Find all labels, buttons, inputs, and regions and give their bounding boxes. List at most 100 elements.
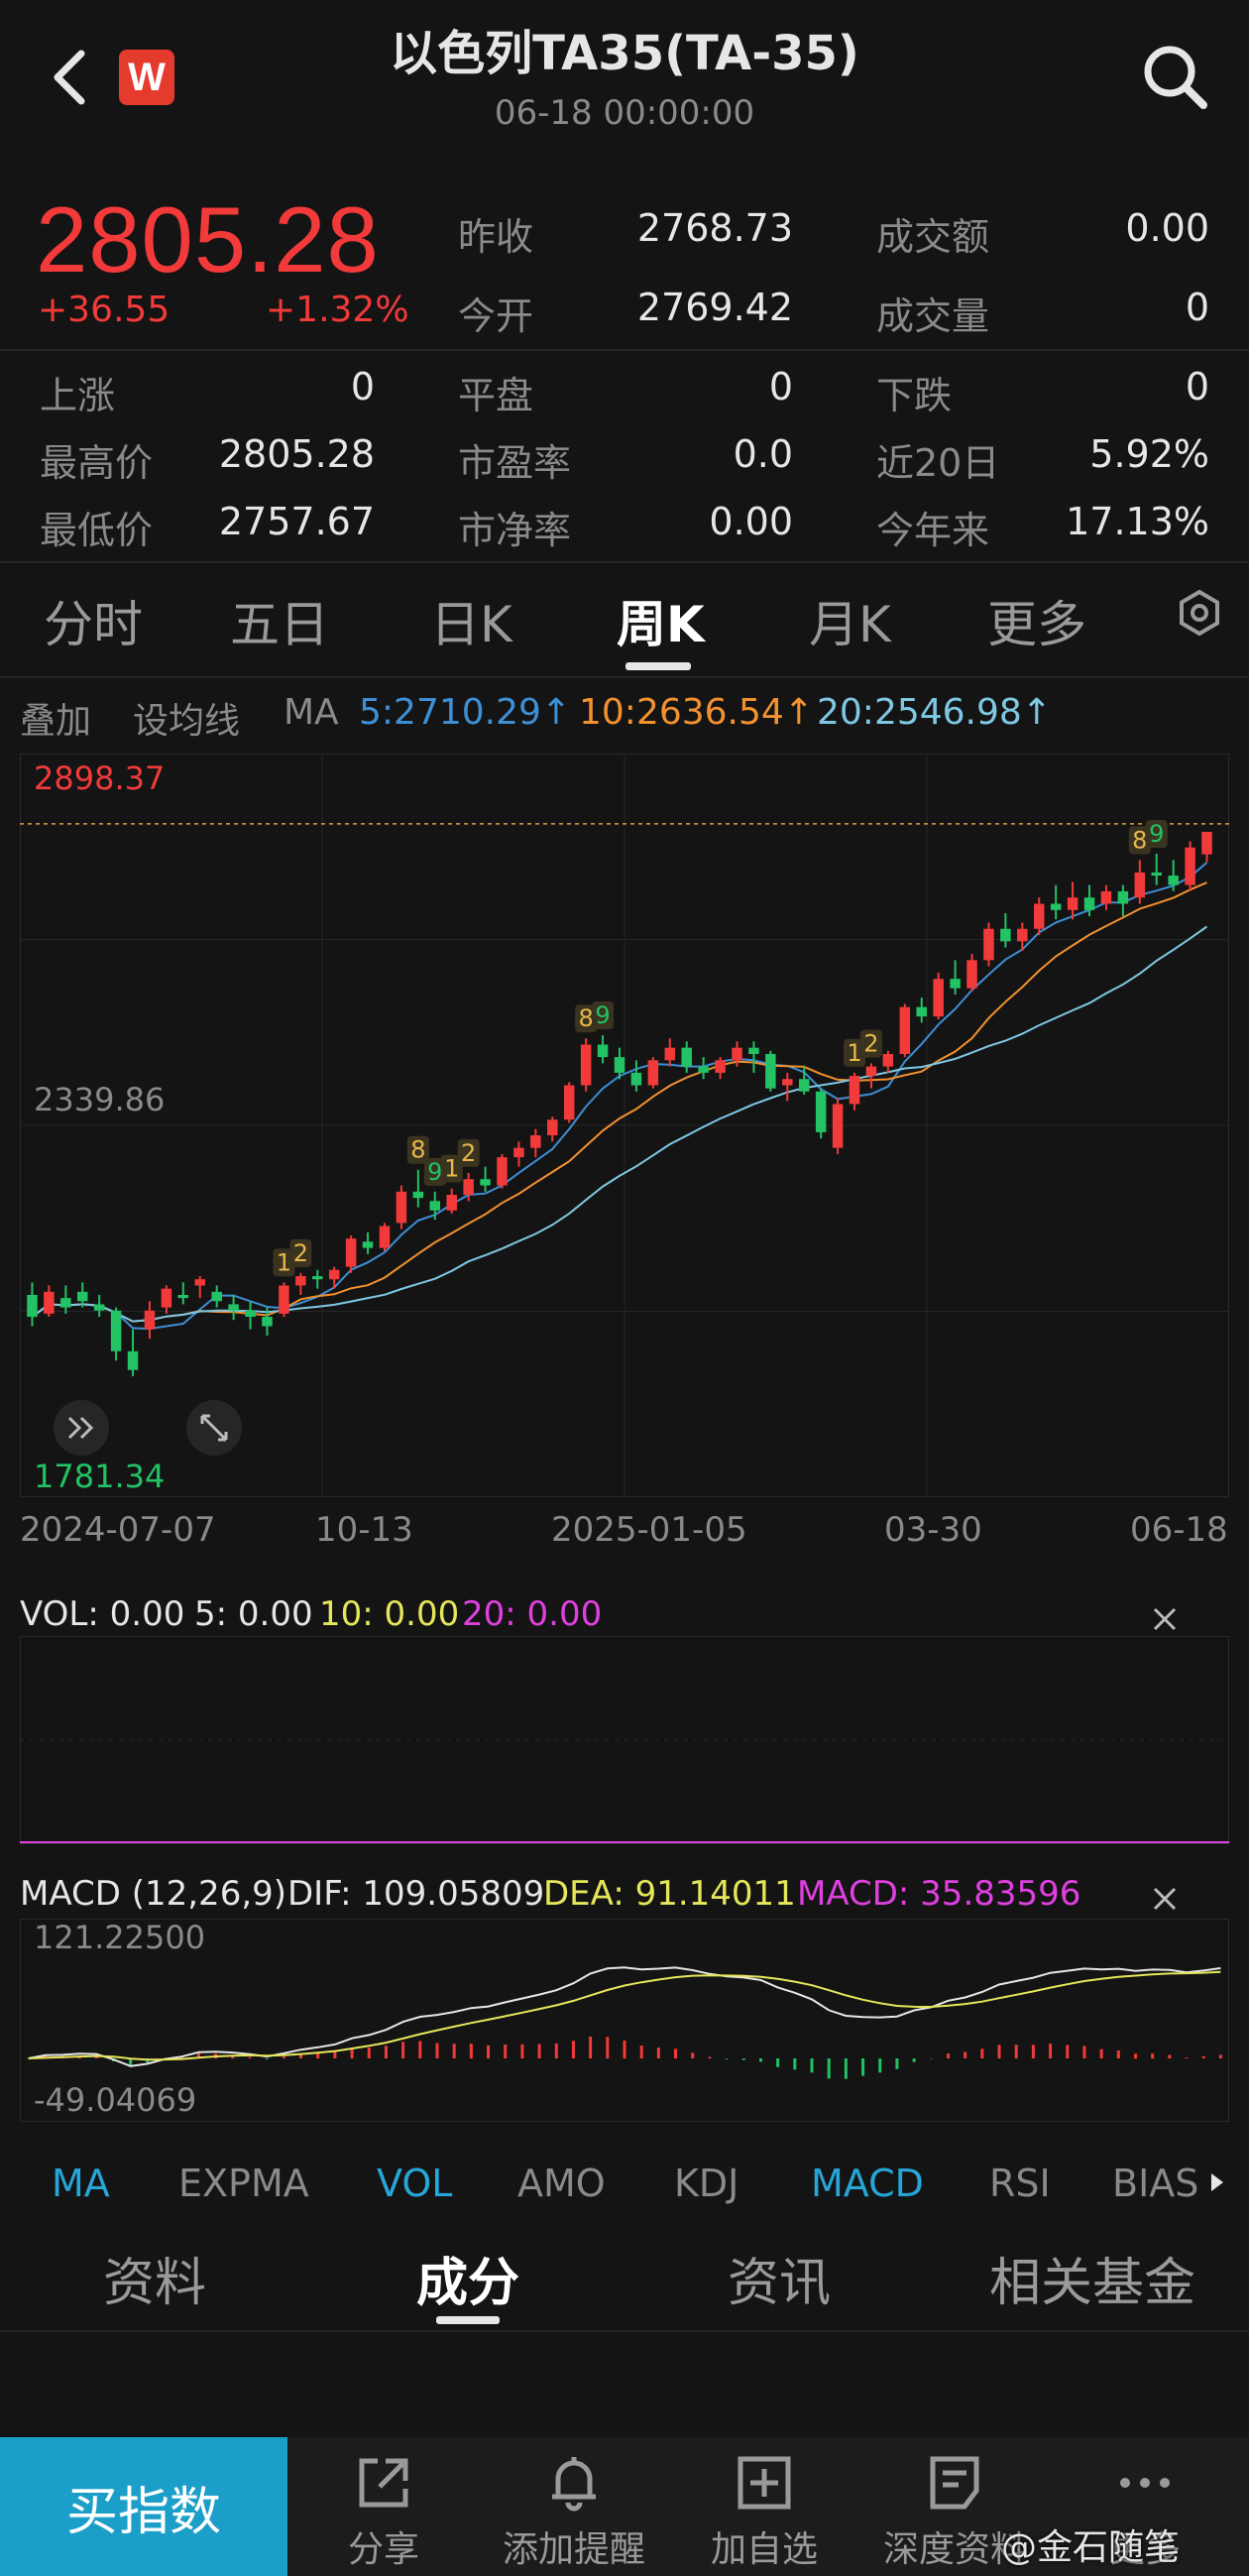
search-icon[interactable] xyxy=(1140,42,1211,113)
x-tick-label: 03-30 xyxy=(884,1510,982,1550)
candle-body xyxy=(849,1076,860,1105)
stat-label: 平盘 xyxy=(458,374,534,417)
share-icon xyxy=(359,2458,408,2508)
divider xyxy=(0,349,1249,351)
indicator-macd[interactable]: MACD xyxy=(811,2162,924,2205)
candle-body xyxy=(748,1047,759,1054)
overlay-button[interactable]: 叠加 xyxy=(20,692,91,744)
tab-monthly-k[interactable]: 月K xyxy=(809,585,891,656)
price-change: +36.55 xyxy=(38,290,170,330)
vol-label: VOL: 0.00 xyxy=(20,1594,185,1634)
indicator-amo[interactable]: AMO xyxy=(517,2162,606,2205)
macd-value: MACD: 35.83596 xyxy=(797,1874,1081,1914)
candle-body xyxy=(497,1157,508,1186)
vol20-label: 20: 0.00 xyxy=(462,1594,603,1634)
sequence-label: 8 xyxy=(410,1136,425,1164)
close-icon[interactable] xyxy=(1150,1884,1180,1914)
tab-constituents[interactable]: 成分 xyxy=(416,2241,519,2315)
y-min-label: 1781.34 xyxy=(34,1458,165,1495)
candle-body xyxy=(530,1135,541,1148)
add-alert-label: 添加提醒 xyxy=(502,2529,645,2570)
sequence-label: 9 xyxy=(1149,820,1164,848)
share-button[interactable]: 分享 xyxy=(289,2437,478,2576)
candle-body xyxy=(110,1310,122,1351)
macd-y-min: -49.04069 xyxy=(34,2081,196,2119)
tab-more[interactable]: 更多 xyxy=(987,585,1086,656)
candle-body xyxy=(882,1053,894,1067)
candle-body xyxy=(630,1072,642,1086)
stat-label: 最低价 xyxy=(40,509,154,552)
candle-body xyxy=(815,1091,827,1132)
indicator-rsi[interactable]: RSI xyxy=(989,2162,1051,2205)
candle-body xyxy=(177,1294,189,1299)
set-ma-button[interactable]: 设均线 xyxy=(133,692,240,744)
candle-body xyxy=(77,1291,88,1302)
macd-y-max: 121.22500 xyxy=(34,1919,205,1956)
tab-weekly-k[interactable]: 周K xyxy=(617,585,705,656)
sequence-label: 2 xyxy=(461,1139,476,1167)
candle-body xyxy=(279,1285,289,1314)
stat-value: 0 xyxy=(1185,365,1209,409)
tab-profile[interactable]: 资料 xyxy=(103,2241,206,2315)
candle-body xyxy=(580,1044,592,1086)
candlestick-chart[interactable]: 2898.372339.861781.341 289 128 91 28 9 xyxy=(20,754,1229,1497)
vol5-label: 5: 0.00 xyxy=(194,1594,313,1634)
ma10-value: 10:2636.54↑ xyxy=(579,692,814,733)
stat-label: 下跌 xyxy=(876,374,953,417)
tab-related-funds[interactable]: 相关基金 xyxy=(989,2241,1195,2315)
candle-body xyxy=(1168,876,1179,885)
stat-label: 市净率 xyxy=(458,509,572,552)
tab-daily-k[interactable]: 日K xyxy=(430,585,512,656)
price-change-percent: +1.32% xyxy=(266,290,409,330)
sequence-label: 8 xyxy=(1132,826,1147,854)
candle-body xyxy=(547,1119,558,1136)
add-watchlist-button[interactable]: 加自选 xyxy=(670,2437,858,2576)
close-icon[interactable] xyxy=(1150,1604,1180,1634)
y-mid-label: 2339.86 xyxy=(34,1081,165,1118)
stat-value: 0.00 xyxy=(709,500,793,543)
candle-body xyxy=(1151,872,1162,877)
candle-body xyxy=(983,928,994,961)
volume-value: 0 xyxy=(1185,286,1209,329)
candle-body xyxy=(1083,897,1095,910)
indicator-kdj[interactable]: KDJ xyxy=(674,2162,738,2205)
x-tick-label: 2025-01-05 xyxy=(551,1510,747,1550)
candle-body xyxy=(60,1298,71,1308)
candle-body xyxy=(1033,903,1045,929)
indicator-vol[interactable]: VOL xyxy=(377,2162,452,2205)
volume-label: 成交量 xyxy=(876,294,990,338)
tab-news[interactable]: 资讯 xyxy=(728,2241,831,2315)
sequence-label: 9 xyxy=(427,1158,442,1186)
candle-body xyxy=(1100,890,1112,904)
buy-index-button[interactable]: 买指数 xyxy=(0,2437,287,2576)
candle-body xyxy=(228,1304,239,1311)
candle-body xyxy=(412,1191,424,1199)
candle-body xyxy=(144,1310,156,1330)
plus-box-icon xyxy=(738,2456,791,2510)
macd-chart: 121.22500 -49.04069 xyxy=(20,1919,1229,2122)
candle-body xyxy=(765,1053,776,1089)
last-price: 2805.28 xyxy=(36,187,380,292)
scroll-right-icon[interactable] xyxy=(1209,2171,1225,2193)
candle-body xyxy=(328,1269,340,1280)
share-label: 分享 xyxy=(347,2529,419,2570)
x-tick-label: 06-18 xyxy=(1130,1510,1228,1550)
candle-body xyxy=(916,1006,927,1017)
tab-five-day[interactable]: 五日 xyxy=(230,585,329,656)
prev-close-label: 昨收 xyxy=(458,215,534,259)
x-tick-label: 10-13 xyxy=(315,1510,413,1550)
candle-body xyxy=(44,1291,55,1314)
indicator-expma[interactable]: EXPMA xyxy=(178,2162,309,2205)
settings-icon[interactable] xyxy=(1176,589,1223,637)
indicator-bias[interactable]: BIAS xyxy=(1112,2162,1198,2205)
candle-body xyxy=(950,979,961,989)
stat-label: 市盈率 xyxy=(458,441,572,485)
add-alert-button[interactable]: 添加提醒 xyxy=(480,2437,668,2576)
candle-body xyxy=(345,1238,357,1267)
tab-intraday[interactable]: 分时 xyxy=(44,585,143,656)
candle-body xyxy=(480,1179,491,1186)
candle-body xyxy=(245,1310,256,1318)
open-value: 2769.42 xyxy=(636,286,793,329)
indicator-ma[interactable]: MA xyxy=(52,2162,110,2205)
divider xyxy=(0,676,1249,678)
